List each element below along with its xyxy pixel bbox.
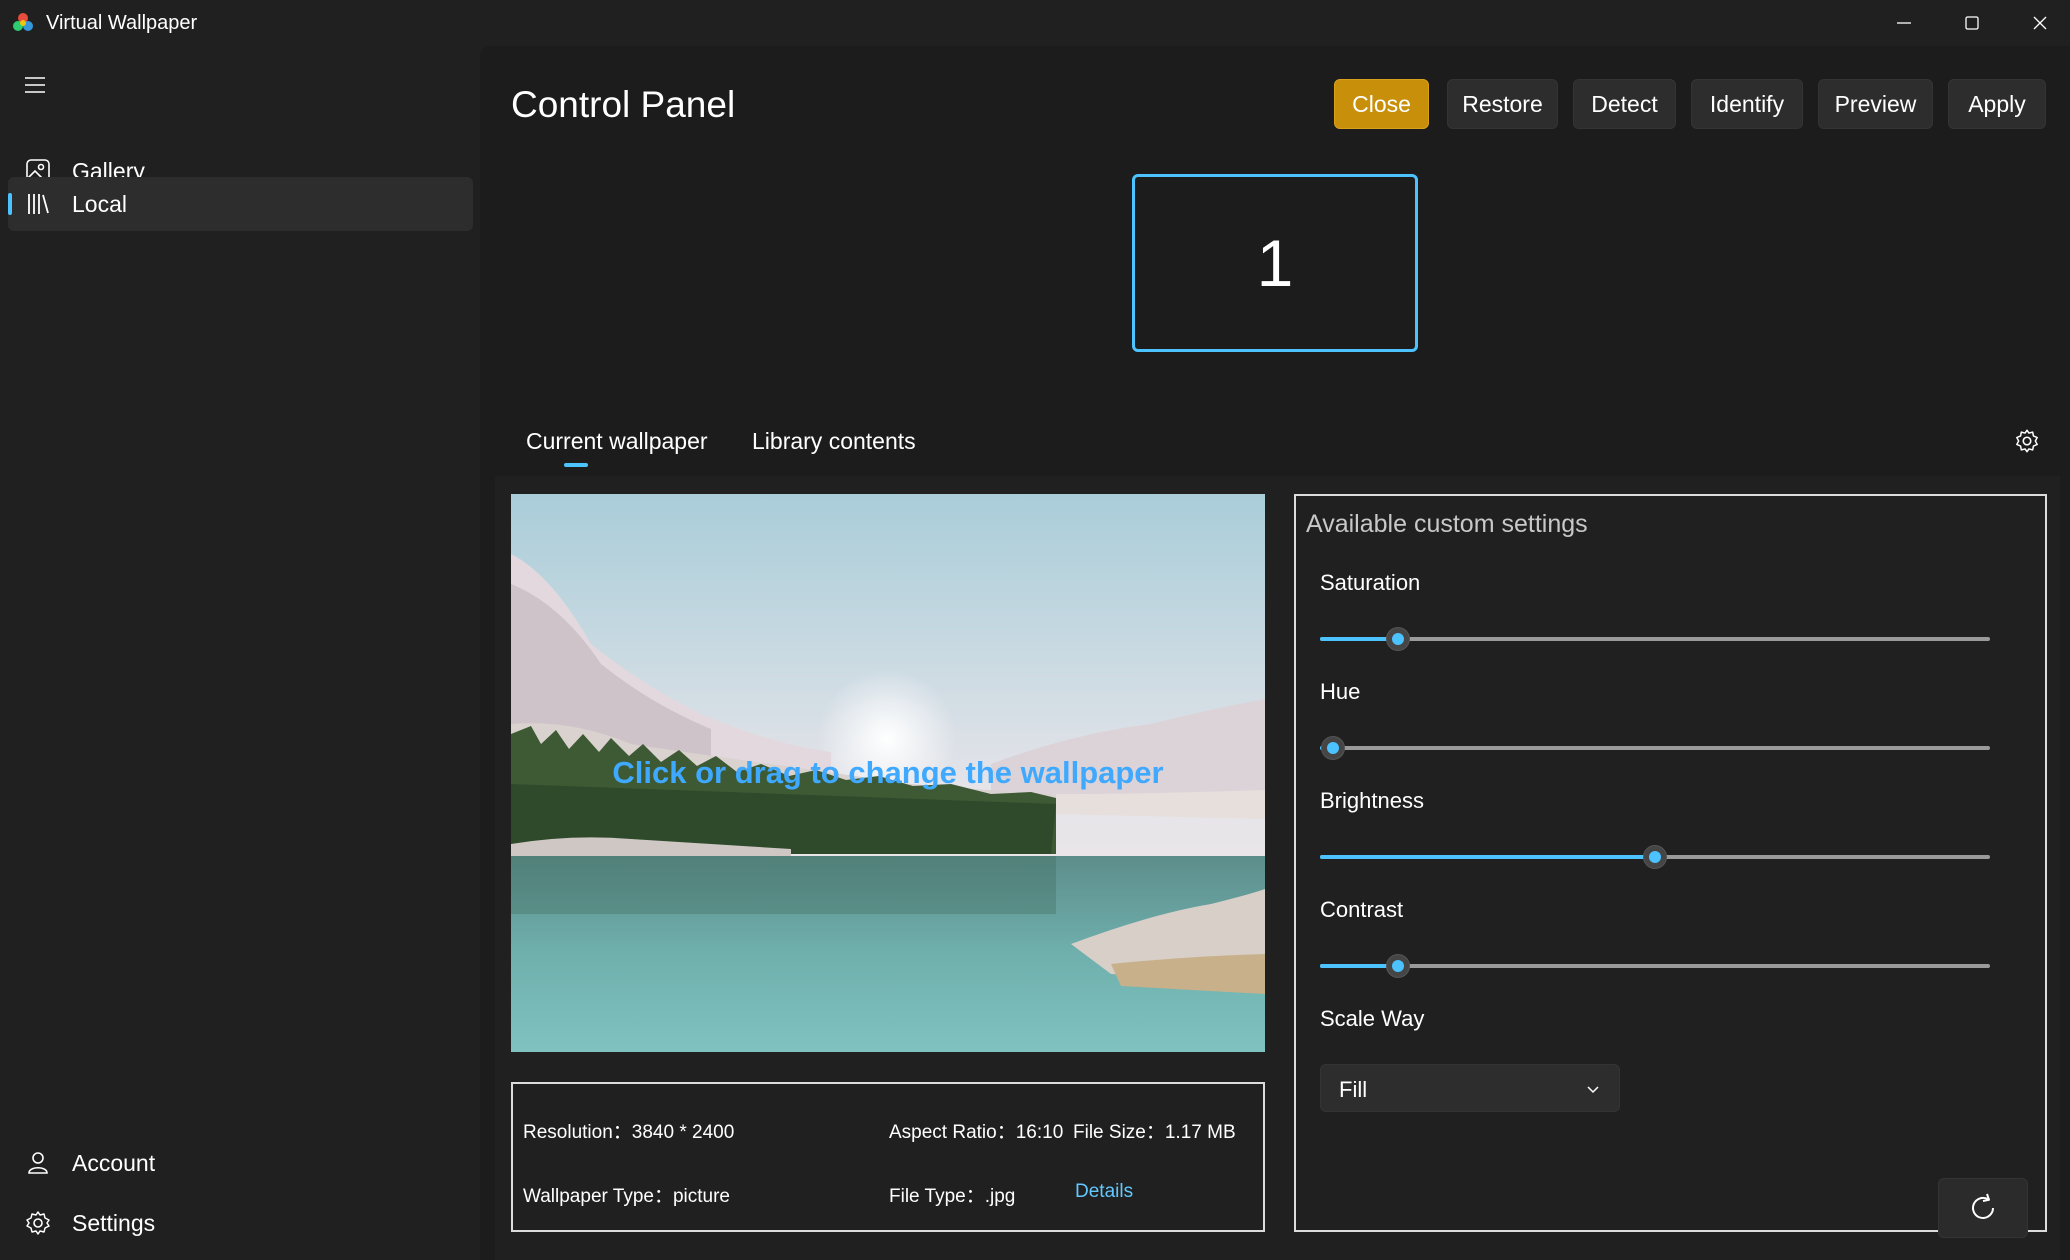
main-content: Control Panel Close Restore Detect Ident… — [480, 46, 2070, 1260]
restore-button[interactable]: Restore — [1447, 79, 1558, 129]
hamburger-icon — [25, 77, 45, 93]
sidebar-item-label: Account — [72, 1150, 156, 1176]
custom-settings-header: Available custom settings — [1306, 510, 1588, 538]
reset-button[interactable] — [1938, 1178, 2028, 1238]
hamburger-menu-button[interactable] — [20, 70, 50, 100]
tab-library-contents[interactable]: Library contents — [752, 428, 916, 455]
tab-current-wallpaper[interactable]: Current wallpaper — [526, 428, 708, 455]
sidebar-item-settings[interactable]: Settings — [8, 1196, 473, 1250]
saturation-slider[interactable] — [1320, 627, 1990, 651]
title-bar: Virtual Wallpaper — [0, 0, 2070, 46]
hue-slider[interactable] — [1320, 736, 1990, 760]
brightness-slider-thumb[interactable] — [1643, 845, 1667, 869]
sidebar-item-account[interactable]: Account — [8, 1136, 473, 1190]
identify-button[interactable]: Identify — [1691, 79, 1803, 129]
saturation-label: Saturation — [1320, 570, 1421, 595]
contrast-slider-thumb[interactable] — [1386, 954, 1411, 978]
maximize-button[interactable] — [1938, 0, 2006, 46]
scale-way-dropdown[interactable]: Fill — [1320, 1064, 1620, 1112]
sidebar-item-label: Local — [72, 191, 127, 217]
sidebar: Gallery Local Account Settings — [0, 46, 480, 1260]
chevron-down-icon — [1587, 1086, 1599, 1094]
selection-indicator — [8, 193, 12, 215]
hue-label: Hue — [1320, 679, 1361, 704]
resolution-text: Resolution：3840 * 2400 — [523, 1122, 735, 1143]
contrast-slider[interactable] — [1320, 954, 1990, 978]
close-button[interactable]: Close — [1334, 79, 1429, 129]
close-icon — [2033, 16, 2047, 30]
file-size-text: File Size：1.17 MB — [1073, 1122, 1236, 1143]
refresh-icon — [1972, 1193, 1994, 1219]
contrast-label: Contrast — [1320, 897, 1404, 922]
close-window-button[interactable] — [2006, 0, 2070, 46]
gear-icon — [26, 1211, 50, 1235]
apply-button[interactable]: Apply — [1948, 79, 2046, 129]
wallpaper-info-box: Resolution：3840 * 2400 Aspect Ratio：16:1… — [511, 1082, 1265, 1232]
saturation-slider-thumb[interactable] — [1386, 627, 1411, 651]
app-logo-icon — [13, 13, 33, 31]
app-title: Virtual Wallpaper — [46, 12, 198, 34]
hue-slider-thumb[interactable] — [1321, 736, 1346, 760]
sidebar-item-label: Settings — [72, 1210, 156, 1236]
wallpaper-type-text: Wallpaper Type：picture — [523, 1186, 730, 1207]
scale-way-value: Fill — [1339, 1077, 1368, 1102]
wallpaper-hint-text: Click or drag to change the wallpaper — [612, 755, 1164, 790]
brightness-label: Brightness — [1320, 788, 1424, 813]
library-icon — [28, 194, 49, 214]
tab-selection-indicator — [564, 463, 588, 467]
maximize-icon — [1965, 16, 1979, 30]
minimize-button[interactable] — [1870, 0, 1938, 46]
file-type-text: File Type：.jpg — [889, 1186, 1016, 1207]
brightness-slider[interactable] — [1320, 845, 1990, 869]
minimize-icon — [1897, 22, 1911, 24]
preview-button[interactable]: Preview — [1818, 79, 1933, 129]
aspect-ratio-text: Aspect Ratio：16:10 — [889, 1122, 1064, 1143]
scale-way-label: Scale Way — [1320, 1006, 1425, 1031]
brightness-slider-fill — [1320, 855, 1655, 859]
custom-settings-panel: Available custom settings Saturation Hue… — [1294, 494, 2047, 1238]
sidebar-item-local[interactable]: Local — [8, 177, 473, 231]
person-icon — [28, 1152, 48, 1174]
detect-button[interactable]: Detect — [1573, 79, 1676, 129]
monitor-1[interactable]: 1 — [1132, 174, 1418, 352]
page-title: Control Panel — [511, 84, 736, 125]
details-link[interactable]: Details — [1075, 1181, 1133, 1203]
wallpaper-preview[interactable]: Click or drag to change the wallpaper — [511, 494, 1265, 1052]
gear-icon[interactable] — [2012, 426, 2042, 456]
